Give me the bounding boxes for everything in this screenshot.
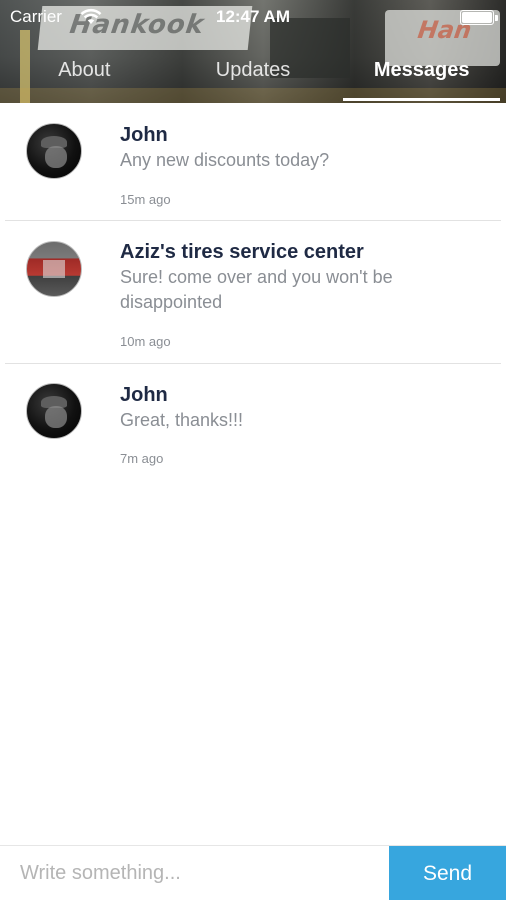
shop-avatar[interactable] bbox=[26, 241, 82, 297]
tab-bar: About Updates Messages bbox=[0, 44, 506, 103]
message-composer: Send bbox=[0, 845, 506, 900]
message-input[interactable] bbox=[0, 846, 388, 900]
message-text: Any new discounts today? bbox=[120, 150, 330, 170]
message-time: 15m ago bbox=[120, 192, 171, 207]
sender-name: Aziz's tires service center bbox=[120, 241, 364, 263]
sender-name: John bbox=[120, 124, 168, 146]
message-item[interactable]: Aziz's tires service center Sure! come o… bbox=[5, 221, 501, 364]
john-avatar[interactable] bbox=[26, 123, 82, 179]
message-item[interactable]: John Great, thanks!!! 7m ago bbox=[5, 364, 501, 482]
tab-messages[interactable]: Messages bbox=[337, 44, 506, 103]
status-bar: Carrier 12:47 AM bbox=[0, 0, 506, 34]
send-button[interactable]: Send bbox=[389, 846, 506, 900]
message-item[interactable]: John Any new discounts today? 15m ago bbox=[5, 103, 501, 221]
header-banner: Hankook Han Carrier 12:47 AM About Updat… bbox=[0, 0, 506, 103]
tab-about[interactable]: About bbox=[0, 44, 169, 103]
message-text: Great, thanks!!! bbox=[120, 410, 244, 430]
status-time: 12:47 AM bbox=[215, 7, 290, 26]
message-time: 7m ago bbox=[120, 451, 164, 466]
john-avatar[interactable] bbox=[26, 383, 82, 439]
message-time: 10m ago bbox=[120, 334, 171, 349]
tab-updates[interactable]: Updates bbox=[169, 44, 338, 103]
message-text: Sure! come over and you won't be disappo… bbox=[120, 267, 393, 312]
battery-icon bbox=[460, 10, 498, 25]
message-list: John Any new discounts today? 15m ago Az… bbox=[0, 103, 506, 482]
sender-name: John bbox=[120, 384, 168, 406]
